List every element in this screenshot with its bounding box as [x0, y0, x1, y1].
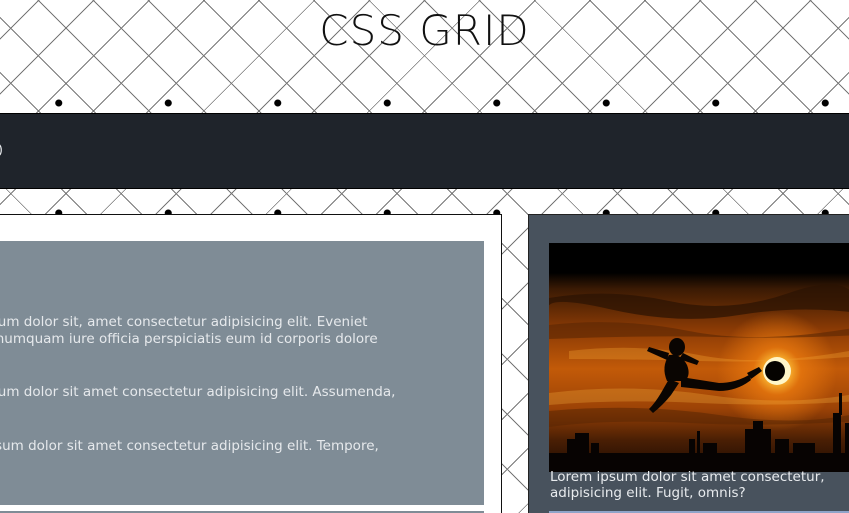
header-text: o	[0, 134, 4, 164]
page-title: CSS GRID	[319, 6, 530, 55]
header-bar: o	[0, 113, 849, 189]
left-paragraph-3: m, ipsum dolor sit amet consectetur adip…	[0, 438, 379, 454]
right-media-card: Lorem ipsum dolor sit amet consectetur, …	[528, 214, 849, 513]
left-content-card: e m ipsum dolor sit, amet consectetur ad…	[0, 214, 502, 513]
image-caption: Lorem ipsum dolor sit amet consectetur, …	[550, 469, 825, 501]
left-paragraph-1: m ipsum dolor sit, amet consectetur adip…	[0, 314, 378, 364]
sunset-soccer-silhouette-image	[549, 243, 849, 472]
photo-illustration	[549, 243, 849, 472]
left-paragraph-2: m ipsum dolor sit amet consectetur adipi…	[0, 384, 396, 400]
left-content-panel: e m ipsum dolor sit, amet consectetur ad…	[0, 241, 484, 505]
